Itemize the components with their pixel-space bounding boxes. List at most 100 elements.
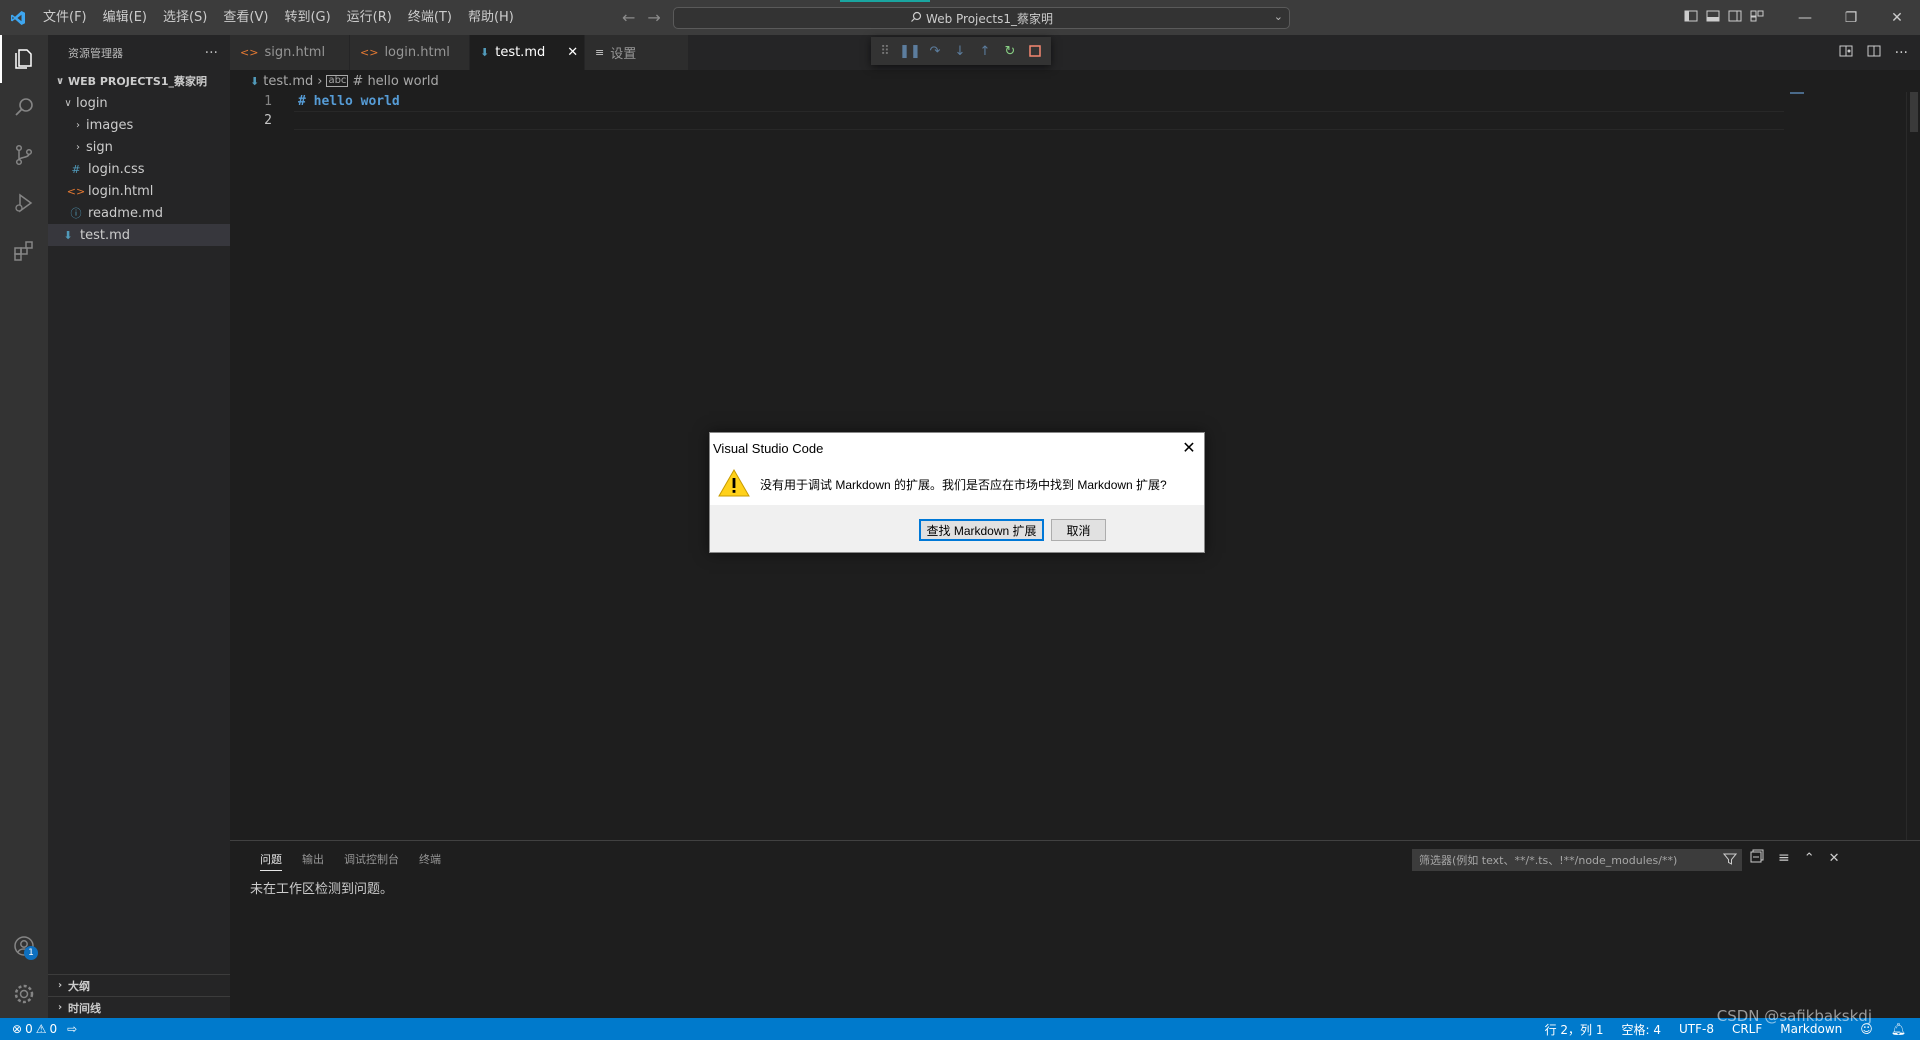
restart-icon[interactable]: ↻: [1002, 43, 1018, 59]
manage-gear-icon[interactable]: [0, 970, 48, 1018]
toggle-sidebar-icon[interactable]: [1684, 9, 1698, 27]
dialog-close-icon[interactable]: ✕: [1174, 433, 1204, 463]
tab-output[interactable]: 输出: [292, 841, 334, 876]
view-as-list-icon[interactable]: ≡: [1778, 850, 1790, 866]
stop-icon[interactable]: [1027, 43, 1043, 59]
timeline-section[interactable]: › 时间线: [48, 996, 230, 1018]
status-bar: ⊗ 0 ⚠ 0 ⇨ 行 2，列 1 空格: 4 UTF-8 CRLF Markd…: [0, 1018, 1920, 1040]
editor-line: 1 # hello world: [230, 92, 1920, 111]
tree-item-label: login.css: [88, 161, 145, 177]
tab-debug-console[interactable]: 调试控制台: [334, 841, 409, 876]
indentation[interactable]: 空格: 4: [1621, 1021, 1661, 1038]
chevron-right-icon: ›: [57, 1002, 63, 1013]
notifications-icon[interactable]: 🔔︎: [1891, 1022, 1906, 1036]
back-arrow-icon[interactable]: ←: [622, 8, 635, 27]
title-accent-line: [840, 0, 930, 2]
tab-sign-html[interactable]: <> sign.html: [230, 35, 350, 70]
activity-bar: 1: [0, 35, 48, 1018]
workspace-folder-label: WEB PROJECTS1_蔡家明: [68, 75, 208, 88]
error-count: 0: [25, 1022, 33, 1036]
close-tab-icon[interactable]: ✕: [567, 45, 578, 60]
debug-toolbar: ⠿ ❚❚ ↷ ↓ ↑ ↻: [871, 37, 1051, 65]
find-extension-button[interactable]: 查找 Markdown 扩展: [919, 519, 1044, 541]
pause-icon[interactable]: ❚❚: [899, 43, 921, 59]
tree-item-sign[interactable]: › sign: [48, 136, 230, 158]
tree-item-login-css[interactable]: # login.css: [48, 158, 230, 180]
tab-problems[interactable]: 问题: [250, 841, 292, 876]
line-number: 1: [264, 94, 272, 109]
step-into-icon[interactable]: ↓: [952, 43, 968, 59]
explorer-sidebar: 资源管理器 ··· ∨ WEB PROJECTS1_蔡家明 ∨ login › …: [48, 35, 230, 1018]
css-file-icon: #: [71, 162, 81, 176]
tree-item-label: test.md: [80, 227, 131, 243]
minimap[interactable]: [1790, 92, 1910, 840]
encoding[interactable]: UTF-8: [1679, 1022, 1714, 1036]
menu-view[interactable]: 查看(V): [215, 0, 276, 35]
step-over-icon[interactable]: ↷: [927, 43, 943, 59]
vertical-scrollbar[interactable]: [1906, 92, 1920, 840]
menu-run[interactable]: 运行(R): [339, 0, 400, 35]
chevron-right-icon: ›: [317, 73, 323, 89]
problems-filter-input[interactable]: 筛选器(例如 text、**/*.ts、!**/node_modules/**): [1412, 849, 1742, 871]
source-control-icon[interactable]: [0, 131, 48, 179]
tree-item-label: readme.md: [88, 205, 163, 221]
step-out-icon[interactable]: ↑: [977, 43, 993, 59]
more-actions-icon[interactable]: ···: [1895, 45, 1908, 61]
breadcrumb-file[interactable]: test.md: [263, 74, 313, 89]
command-center[interactable]: Web Projects1_蔡家明 ⌄: [673, 7, 1290, 29]
menu-edit[interactable]: 编辑(E): [95, 0, 155, 35]
account-icon[interactable]: 1: [0, 922, 48, 970]
explorer-icon[interactable]: [0, 35, 48, 83]
menu-help[interactable]: 帮助(H): [460, 0, 522, 35]
tree-item-login[interactable]: ∨ login: [48, 92, 230, 114]
tree-item-login-html[interactable]: <> login.html: [48, 180, 230, 202]
restore-icon[interactable]: ❐: [1828, 0, 1874, 35]
dialog-title: Visual Studio Code: [713, 440, 824, 456]
collapse-all-icon[interactable]: [1750, 849, 1764, 867]
cursor-position[interactable]: 行 2，列 1: [1545, 1021, 1604, 1038]
tab-settings[interactable]: ≡ 设置: [585, 35, 689, 70]
toggle-panel-icon[interactable]: [1706, 9, 1720, 27]
menu-terminal[interactable]: 终端(T): [400, 0, 460, 35]
tree-item-images[interactable]: › images: [48, 114, 230, 136]
more-actions-icon[interactable]: ···: [205, 45, 218, 61]
filter-icon[interactable]: [1722, 852, 1738, 869]
tab-login-html[interactable]: <> login.html: [350, 35, 470, 70]
info-file-icon: ⓘ: [70, 207, 82, 220]
menu-selection[interactable]: 选择(S): [155, 0, 215, 35]
maximize-panel-icon[interactable]: ⌃: [1804, 851, 1815, 866]
search-activity-icon[interactable]: [0, 83, 48, 131]
outline-section[interactable]: › 大纲: [48, 974, 230, 996]
cancel-button[interactable]: 取消: [1051, 519, 1106, 541]
tab-test-md[interactable]: ⬇ test.md ✕: [470, 35, 585, 70]
forward-arrow-icon[interactable]: →: [647, 8, 660, 27]
chevron-down-icon[interactable]: ⌄: [1274, 10, 1283, 23]
minimize-icon[interactable]: —: [1782, 0, 1828, 35]
breadcrumb-symbol[interactable]: # hello world: [352, 74, 438, 89]
chevron-right-icon: ›: [76, 119, 80, 131]
bottom-panel: 问题 输出 调试控制台 终端 未在工作区检测到问题。 筛选器(例如 text、*…: [230, 840, 1920, 1018]
problems-status[interactable]: ⊗ 0 ⚠ 0: [12, 1022, 57, 1036]
split-editor-icon[interactable]: [1867, 44, 1881, 62]
run-debug-icon[interactable]: [0, 179, 48, 227]
close-window-icon[interactable]: ✕: [1874, 0, 1920, 35]
close-panel-icon[interactable]: ✕: [1829, 851, 1840, 866]
debug-launch-icon[interactable]: ⇨: [67, 1022, 77, 1036]
tree-item-test-md[interactable]: ⬇ test.md: [48, 224, 230, 246]
window-controls: — ❐ ✕: [1782, 0, 1920, 35]
tab-terminal[interactable]: 终端: [409, 841, 451, 876]
status-left: ⊗ 0 ⚠ 0 ⇨: [0, 1022, 77, 1036]
html-file-icon: <>: [360, 46, 379, 59]
menu-file[interactable]: 文件(F): [35, 0, 95, 35]
open-preview-icon[interactable]: [1839, 44, 1853, 62]
customize-layout-icon[interactable]: [1750, 9, 1764, 27]
toggle-secondary-sidebar-icon[interactable]: [1728, 9, 1742, 27]
chevron-right-icon: ›: [57, 980, 63, 991]
chevron-down-icon: ∨: [64, 97, 72, 109]
menu-go[interactable]: 转到(G): [276, 0, 338, 35]
drag-handle-icon[interactable]: ⠿: [877, 43, 893, 59]
workspace-folder-header[interactable]: ∨ WEB PROJECTS1_蔡家明: [48, 70, 230, 92]
tree-item-readme[interactable]: ⓘ readme.md: [48, 202, 230, 224]
extensions-icon[interactable]: [0, 227, 48, 275]
tree-item-label: login.html: [88, 183, 154, 199]
